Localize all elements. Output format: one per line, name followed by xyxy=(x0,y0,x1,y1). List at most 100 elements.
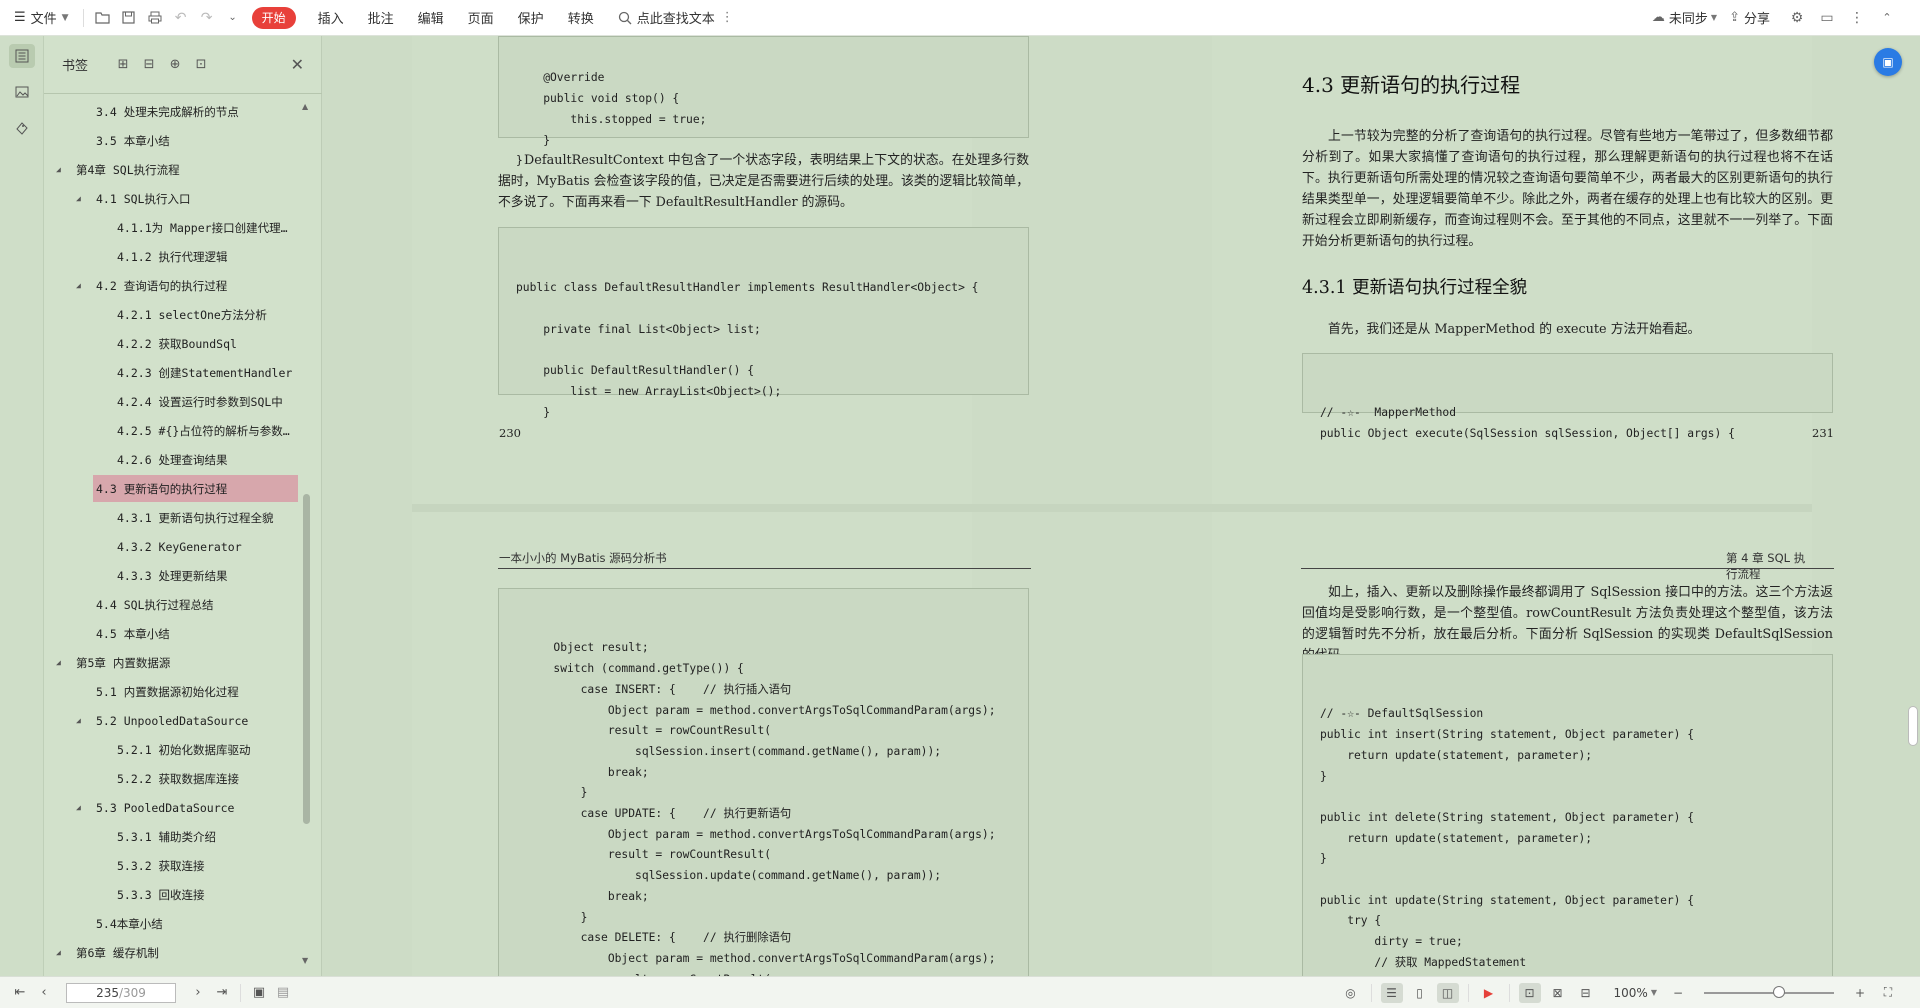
continuous-view-icon[interactable]: ☰ xyxy=(1380,982,1403,1003)
expand-arrow-icon[interactable]: ◢ xyxy=(76,194,81,203)
scroll-down-icon[interactable]: ▼ xyxy=(302,956,308,965)
expand-arrow-icon[interactable]: ◢ xyxy=(56,658,61,667)
rotate-page-icon[interactable]: ▣ xyxy=(247,985,271,1000)
bookmark-item[interactable]: 4.4 SQL执行过程总结 xyxy=(44,591,298,618)
chevron-down-icon[interactable]: ▼ xyxy=(1651,988,1657,997)
bookmark-item[interactable]: 5.2.1 初始化数据库驱动 xyxy=(44,736,298,763)
save-icon[interactable] xyxy=(116,5,142,31)
bookmark-item[interactable]: ◢ 第6章 缓存机制 xyxy=(44,939,298,966)
bookmark-item[interactable]: 4.2.2 获取BoundSql xyxy=(44,330,298,357)
add-bookmark-icon[interactable]: ⊕ xyxy=(162,57,188,72)
bookmark-item-label: 4.2.5 #{}占位符的解析与参数… xyxy=(117,423,290,438)
bookmark-item[interactable]: 3.4 处理未完成解析的节点 xyxy=(44,98,298,125)
fit-width-icon[interactable]: ⊡ xyxy=(1518,982,1541,1003)
page-layout-icon[interactable]: ▤ xyxy=(271,985,295,1000)
actual-size-icon[interactable]: ⊟ xyxy=(1575,983,1597,1003)
print-icon[interactable] xyxy=(142,5,168,31)
search-text-button[interactable]: 点此查找文本 ⋮ xyxy=(606,5,734,31)
menu-protect[interactable]: 保护 xyxy=(506,5,556,31)
bookmark-item[interactable]: 5.1 内置数据源初始化过程 xyxy=(44,678,298,705)
play-slideshow-icon[interactable]: ▶ xyxy=(1478,983,1500,1003)
bookmark-item[interactable]: ◢ 5.3 PooledDataSource xyxy=(44,794,298,821)
bookmark-item[interactable]: ◢ 第4章 SQL执行流程 xyxy=(44,156,298,183)
subsection-heading: 4.3.1 更新语句执行过程全貌 xyxy=(1302,278,1528,298)
bookmark-item[interactable]: ◢ 5.2 UnpooledDataSource xyxy=(44,707,298,734)
undo-icon[interactable]: ↶ xyxy=(168,5,194,31)
bookmark-item[interactable]: ◢ 第5章 内置数据源 xyxy=(44,649,298,676)
menu-annotate[interactable]: 批注 xyxy=(356,5,406,31)
expand-arrow-icon[interactable]: ◢ xyxy=(76,803,81,812)
menu-page[interactable]: 页面 xyxy=(456,5,506,31)
expand-arrow-icon[interactable]: ◢ xyxy=(76,716,81,725)
previous-page-icon[interactable]: ‹ xyxy=(32,985,56,1000)
bookmark-item[interactable]: 5.3.1 辅助类介绍 xyxy=(44,823,298,850)
scroll-up-icon[interactable]: ▲ xyxy=(302,102,308,111)
expand-all-icon[interactable]: ⊞ xyxy=(110,57,136,72)
start-tab[interactable]: 开始 xyxy=(251,6,296,29)
bookmark-scrollbar[interactable]: ▲ ▼ xyxy=(300,98,312,968)
redo-icon[interactable]: ↷ xyxy=(194,5,220,31)
expand-arrow-icon[interactable]: ◢ xyxy=(76,281,81,290)
share-button[interactable]: ⇪ 分享 xyxy=(1729,5,1770,31)
bookmark-panel-icon[interactable] xyxy=(8,44,35,68)
bookmark-item[interactable]: 4.5 本章小结 xyxy=(44,620,298,647)
bookmark-item[interactable]: ◢4.3 更新语句的执行过程 xyxy=(93,475,298,502)
floating-assistant-icon[interactable]: ▣ xyxy=(1874,48,1902,76)
bookmark-item[interactable]: 4.2.5 #{}占位符的解析与参数… xyxy=(44,417,298,444)
more-vertical-icon[interactable]: ⋮ xyxy=(1844,5,1870,31)
zoom-out-icon[interactable]: − xyxy=(1667,983,1689,1003)
bookmark-item[interactable]: 3.5 本章小结 xyxy=(44,127,298,154)
document-viewer: @Override public void stop() { this.stop… xyxy=(322,36,1920,976)
collapse-all-icon[interactable]: ⊟ xyxy=(136,57,162,72)
bookmark-options-icon[interactable]: ⊡ xyxy=(188,57,214,72)
sync-status-button[interactable]: ☁ 未同步 ▼ xyxy=(1652,5,1717,31)
bookmark-item[interactable]: 5.3.2 获取连接 xyxy=(44,852,298,879)
settings-gear-icon[interactable]: ⚙ xyxy=(1784,5,1810,31)
bookmark-scroll-thumb[interactable] xyxy=(303,494,310,824)
expand-arrow-icon[interactable]: ◢ xyxy=(56,165,61,174)
bookmark-item[interactable]: 4.2.4 设置运行时参数到SQL中 xyxy=(44,388,298,415)
bookmark-item[interactable]: 5.3.3 回收连接 xyxy=(44,881,298,908)
document-scroll-thumb[interactable] xyxy=(1908,706,1918,746)
bookmark-item[interactable]: ◢ 4.2 查询语句的执行过程 xyxy=(44,272,298,299)
bookmark-panel-title: 书签 xyxy=(62,59,89,74)
expand-arrow-icon[interactable]: ◢ xyxy=(56,948,61,957)
customize-dropdown-icon[interactable]: ⌄ xyxy=(220,5,246,31)
bookmark-item[interactable]: 4.1.2 执行代理逻辑 xyxy=(44,243,298,270)
bookmark-item[interactable]: 4.2.6 处理查询结果 xyxy=(44,446,298,473)
first-page-icon[interactable]: ⇤ xyxy=(8,985,32,1000)
bookmark-item[interactable]: 5.4本章小结 xyxy=(44,910,298,937)
page-number-input[interactable]: 235/309 xyxy=(66,982,176,1003)
close-icon[interactable]: ✕ xyxy=(291,55,304,74)
annotation-tag-icon[interactable] xyxy=(9,116,35,140)
collapse-ribbon-icon[interactable]: ⌃ xyxy=(1874,5,1900,31)
zoom-slider[interactable] xyxy=(1704,985,1834,998)
comment-icon[interactable]: ▭ xyxy=(1814,5,1840,31)
two-page-view-icon[interactable]: ◫ xyxy=(1436,982,1459,1003)
open-folder-icon[interactable] xyxy=(90,5,116,31)
bookmark-item[interactable]: 4.3.1 更新语句执行过程全貌 xyxy=(44,504,298,531)
last-page-icon[interactable]: ⇥ xyxy=(210,985,234,1000)
page-number: 231 xyxy=(1812,426,1834,440)
code-block: public class DefaultResultHandler implem… xyxy=(498,227,1029,419)
bookmark-item[interactable]: 4.3.2 KeyGenerator xyxy=(44,533,298,560)
menu-insert[interactable]: 插入 xyxy=(306,5,356,31)
zoom-in-icon[interactable]: + xyxy=(1849,983,1871,1003)
bookmark-item[interactable]: 4.1.1为 Mapper接口创建代理对象 xyxy=(44,214,298,241)
fit-page-icon[interactable]: ⊠ xyxy=(1547,983,1569,1003)
single-page-view-icon[interactable]: ▯ xyxy=(1409,983,1431,1003)
thumbnail-image-icon[interactable] xyxy=(9,80,35,104)
bookmark-item[interactable]: 5.2.2 获取数据库连接 xyxy=(44,765,298,792)
bookmark-item[interactable]: ◢ 4.1 SQL执行入口 xyxy=(44,185,298,212)
eye-protection-icon[interactable]: ◎ xyxy=(1340,983,1362,1003)
next-page-icon[interactable]: › xyxy=(186,985,210,1000)
bookmark-item[interactable]: 4.2.1 selectOne方法分析 xyxy=(44,301,298,328)
menu-edit[interactable]: 编辑 xyxy=(406,5,456,31)
bookmark-item[interactable]: 4.2.3 创建StatementHandler xyxy=(44,359,298,386)
fullscreen-icon[interactable]: ⛶ xyxy=(1877,983,1899,1003)
file-menu-button[interactable]: ☰ 文件 ▼ xyxy=(0,5,77,31)
zoom-level[interactable]: 100% xyxy=(1614,986,1648,1000)
bookmark-item[interactable]: 4.3.3 处理更新结果 xyxy=(44,562,298,589)
menu-convert[interactable]: 转换 xyxy=(556,5,606,31)
zoom-slider-knob[interactable] xyxy=(1773,985,1785,998)
